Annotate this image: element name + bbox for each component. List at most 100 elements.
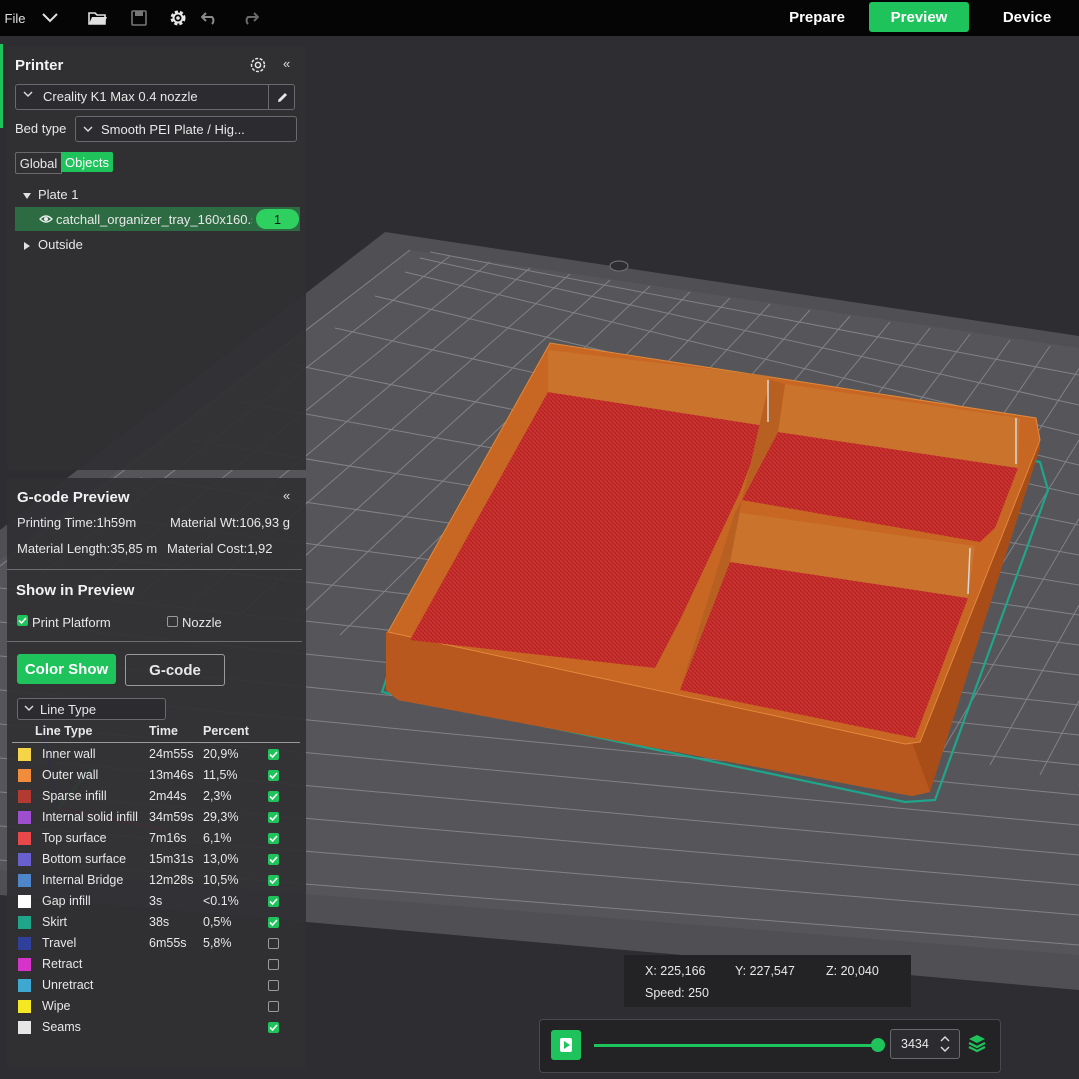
legend-line-type-name: Wipe — [42, 999, 71, 1013]
layer-stepper-icon[interactable] — [939, 1034, 951, 1057]
tab-device[interactable]: Device — [985, 2, 1069, 32]
legend-visibility-checkbox[interactable] — [268, 959, 279, 970]
gcode-button[interactable]: G-code — [125, 654, 225, 686]
legend-color-swatch — [18, 874, 31, 887]
play-button[interactable] — [551, 1030, 581, 1060]
legend-time: 12m28s — [149, 873, 194, 887]
printer-name: Creality K1 Max 0.4 nozzle — [43, 89, 198, 104]
edit-printer-pencil-icon[interactable] — [268, 85, 295, 109]
legend-percent: 10,5% — [203, 873, 239, 887]
legend-visibility-checkbox[interactable] — [268, 917, 279, 928]
view-type-select[interactable]: Line Type — [17, 698, 166, 720]
legend-visibility-checkbox[interactable] — [268, 833, 279, 844]
legend-time: 13m46s — [149, 768, 194, 782]
layer-slider-handle[interactable] — [871, 1038, 885, 1052]
bed-type-chevron-icon — [82, 123, 94, 138]
column-header-line-type: Line Type — [35, 724, 93, 738]
legend-visibility-checkbox[interactable] — [268, 749, 279, 760]
collapse-printer-panel-icon[interactable]: « — [283, 56, 290, 71]
object-count: 1 — [273, 211, 282, 227]
legend-line-type-name: Sparse infill — [42, 789, 107, 803]
collapse-gcode-panel-icon[interactable]: « — [283, 488, 290, 503]
object-name: catchall_organizer_tray_160x160.s — [56, 212, 252, 227]
save-icon[interactable] — [127, 0, 151, 36]
legend-visibility-checkbox[interactable] — [268, 1022, 279, 1033]
view-type-chevron-icon — [23, 702, 35, 717]
tab-preview[interactable]: Preview — [869, 2, 969, 32]
material-weight: Material Wt:106,93 g — [170, 515, 290, 530]
bed-type-label: Bed type — [15, 121, 67, 136]
legend-visibility-checkbox[interactable] — [268, 875, 279, 886]
legend-visibility-checkbox[interactable] — [268, 1001, 279, 1012]
play-icon — [560, 1038, 572, 1052]
legend-time: 15m31s — [149, 852, 194, 866]
layer-number-input[interactable]: 3434 — [890, 1029, 960, 1059]
legend-line-type-name: Top surface — [42, 831, 107, 845]
header-divider — [12, 742, 300, 743]
tab-prepare-label: Prepare — [789, 8, 845, 26]
print-platform-label: Print Platform — [32, 615, 111, 630]
legend-line-type-name: Internal solid infill — [42, 810, 138, 824]
coord-z: Z: 20,040 — [826, 964, 879, 978]
printer-select-chevron-icon — [22, 88, 34, 103]
legend-visibility-checkbox[interactable] — [268, 854, 279, 865]
legend-percent: 13,0% — [203, 852, 239, 866]
visibility-eye-icon[interactable] — [39, 213, 53, 228]
settings-gear-icon[interactable] — [166, 0, 190, 36]
tab-objects-label: Objects — [64, 154, 110, 170]
legend-color-swatch — [18, 1021, 31, 1034]
tab-global[interactable]: Global — [15, 152, 62, 174]
legend-color-swatch — [18, 958, 31, 971]
redo-icon[interactable] — [238, 0, 262, 36]
legend-visibility-checkbox[interactable] — [268, 896, 279, 907]
tab-prepare[interactable]: Prepare — [770, 2, 864, 32]
chevron-down-icon[interactable] — [38, 0, 62, 36]
layers-stack-icon[interactable] — [968, 1034, 986, 1057]
printer-select[interactable]: Creality K1 Max 0.4 nozzle — [15, 84, 295, 110]
bed-type-select[interactable]: Smooth PEI Plate / Hig... — [75, 116, 297, 142]
gcode-button-label: G-code — [149, 661, 201, 679]
legend-visibility-checkbox[interactable] — [268, 770, 279, 781]
tab-objects[interactable]: Objects — [61, 152, 113, 172]
legend-time: 3s — [149, 894, 163, 908]
legend-color-swatch — [18, 769, 31, 782]
legend-visibility-checkbox[interactable] — [268, 812, 279, 823]
view-type-value: Line Type — [40, 702, 97, 717]
outside-expand-icon[interactable] — [22, 239, 32, 254]
color-show-button[interactable]: Color Show — [17, 654, 116, 684]
plate-expand-icon[interactable] — [22, 189, 32, 204]
legend-color-swatch — [18, 979, 31, 992]
legend-line-type-name: Seams — [42, 1020, 81, 1034]
print-platform-checkbox[interactable] — [17, 615, 28, 626]
legend-line-type-name: Bottom surface — [42, 852, 127, 866]
legend-percent: 2,3% — [203, 789, 232, 803]
divider — [7, 641, 302, 642]
legend-time: 2m44s — [149, 789, 187, 803]
layer-number-value: 3434 — [901, 1037, 929, 1051]
legend-line-type-name: Travel — [42, 936, 77, 950]
printer-settings-gear-icon[interactable] — [249, 56, 267, 77]
tab-device-label: Device — [1002, 8, 1052, 26]
open-folder-icon[interactable] — [86, 0, 110, 36]
file-menu-label: File — [4, 10, 26, 26]
material-cost: Material Cost:1,92 — [167, 541, 273, 556]
legend-color-swatch — [18, 811, 31, 824]
nozzle-checkbox[interactable] — [167, 616, 178, 627]
legend-time: 6m55s — [149, 936, 187, 950]
undo-icon[interactable] — [198, 0, 222, 36]
legend-color-swatch — [18, 790, 31, 803]
object-count-badge: 1 — [256, 209, 299, 229]
plate-label[interactable]: Plate 1 — [38, 187, 78, 202]
file-menu[interactable]: File — [0, 0, 30, 36]
top-toolbar: File Prepare Preview Device — [0, 0, 1079, 36]
legend-line-type-name: Outer wall — [42, 768, 99, 782]
legend-visibility-checkbox[interactable] — [268, 980, 279, 991]
outside-label[interactable]: Outside — [38, 237, 83, 252]
legend-percent: 6,1% — [203, 831, 232, 845]
legend-visibility-checkbox[interactable] — [268, 938, 279, 949]
legend-line-type-name: Retract — [42, 957, 83, 971]
layer-slider-track[interactable] — [594, 1044, 878, 1047]
legend-percent: 11,5% — [203, 768, 238, 782]
nozzle-label: Nozzle — [182, 615, 222, 630]
legend-visibility-checkbox[interactable] — [268, 791, 279, 802]
